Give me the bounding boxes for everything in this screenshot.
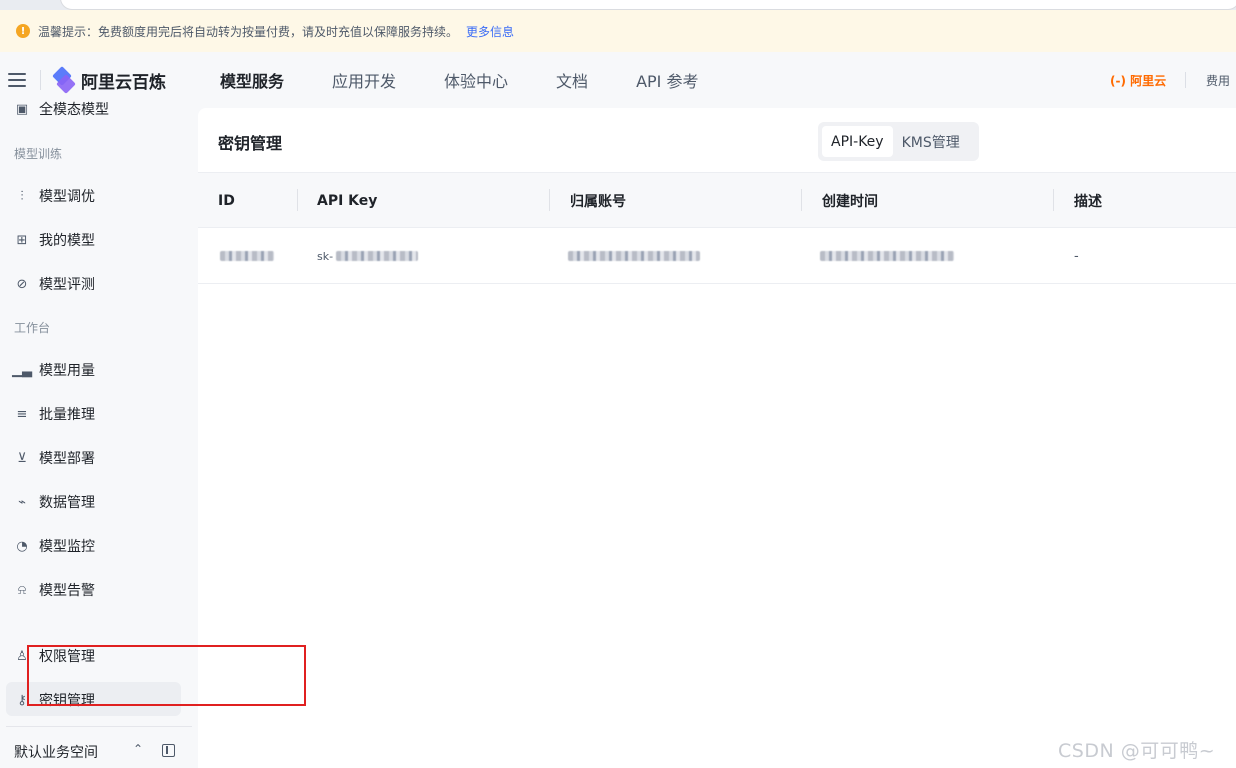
column-header-created: 创建时间 bbox=[822, 194, 878, 210]
header-divider-right bbox=[1185, 72, 1186, 88]
sidebar: ▣ 全模态模型 模型训练 ⫶ 模型调优 ⊞ 我的模型 ⊘ 模型评测 工作台 ▁▃… bbox=[0, 102, 198, 768]
api-key-table: ID API Key 归属账号 创建时间 描述 sk- - bbox=[198, 172, 1236, 284]
redacted-api-key bbox=[336, 251, 419, 261]
browser-toolbar bbox=[0, 0, 1236, 10]
column-separator bbox=[549, 189, 550, 211]
chevron-up-icon[interactable]: ⌃ bbox=[133, 742, 143, 756]
logo[interactable]: 阿里云百炼 bbox=[52, 66, 166, 94]
compass-icon: ⊘ bbox=[16, 276, 28, 292]
aliyun-brand-link[interactable]: (-) 阿里云 bbox=[1110, 72, 1166, 89]
page-title: 密钥管理 bbox=[218, 134, 283, 153]
sidebar-item-batch-inference[interactable]: ≡ 批量推理 bbox=[14, 404, 95, 424]
sidebar-item-permissions[interactable]: ♙ 权限管理 bbox=[14, 646, 95, 666]
trend-icon: ⌁ bbox=[18, 494, 26, 510]
column-separator bbox=[297, 189, 298, 211]
address-bar[interactable] bbox=[60, 0, 1236, 10]
sidebar-divider bbox=[6, 726, 192, 727]
sidebar-item-usage[interactable]: ▁▃ 模型用量 bbox=[12, 360, 95, 380]
watermark: CSDN @可可鸭~ bbox=[1058, 740, 1216, 762]
sidebar-item-multimodal[interactable]: ▣ 全模态模型 bbox=[14, 100, 109, 119]
top-header: 阿里云百炼 模型服务 应用开发 体验中心 文档 API 参考 (-) 阿里云 费… bbox=[0, 52, 1236, 108]
cell-created-time bbox=[820, 228, 954, 284]
hamburger-menu-icon[interactable] bbox=[8, 73, 26, 87]
cell-account bbox=[568, 228, 700, 284]
header-divider bbox=[40, 70, 41, 90]
bar-chart-icon: ▁▃ bbox=[12, 362, 32, 378]
sidebar-item-label: 权限管理 bbox=[39, 649, 95, 665]
collapse-panel-icon[interactable] bbox=[162, 744, 175, 757]
sidebar-item-my-models[interactable]: ⊞ 我的模型 bbox=[14, 230, 95, 250]
workspace-selector[interactable]: 默认业务空间 bbox=[14, 742, 98, 762]
warning-icon: ! bbox=[16, 24, 30, 38]
column-separator bbox=[1053, 189, 1054, 211]
bailian-logo-icon bbox=[52, 66, 76, 94]
sidebar-item-data[interactable]: ⌁ 数据管理 bbox=[14, 492, 95, 512]
sidebar-item-label: 我的模型 bbox=[39, 233, 95, 249]
sidebar-item-alerts[interactable]: ⍾ 模型告警 bbox=[14, 580, 95, 600]
sidebar-item-label: 模型调优 bbox=[39, 189, 95, 205]
sidebar-group-training: 模型训练 bbox=[14, 147, 63, 161]
sidebar-item-finetune[interactable]: ⫶ 模型调优 bbox=[14, 186, 95, 206]
tab-api-key[interactable]: API-Key bbox=[822, 126, 893, 157]
key-type-tabs: API-Key KMS管理 bbox=[818, 122, 979, 161]
sidebar-item-monitor[interactable]: ◔ 模型监控 bbox=[14, 536, 95, 556]
key-icon: ⚷ bbox=[17, 692, 27, 708]
column-header-api-key: API Key bbox=[317, 193, 378, 209]
sidebar-item-deploy[interactable]: ⊻ 模型部署 bbox=[14, 448, 95, 468]
nav-api-ref[interactable]: API 参考 bbox=[636, 68, 698, 92]
sidebar-item-label: 模型部署 bbox=[39, 451, 95, 467]
column-header-account: 归属账号 bbox=[570, 194, 626, 210]
main-panel: 密钥管理 API-Key KMS管理 ID API Key 归属账号 创建时间 … bbox=[198, 108, 1236, 768]
pie-icon: ◔ bbox=[16, 538, 28, 554]
column-header-description: 描述 bbox=[1074, 194, 1102, 210]
sidebar-item-label: 批量推理 bbox=[39, 407, 95, 423]
table-header: ID API Key 归属账号 创建时间 描述 bbox=[198, 172, 1236, 228]
sidebar-item-label: 模型评测 bbox=[39, 277, 95, 293]
api-key-prefix: sk- bbox=[317, 249, 334, 263]
redacted-time bbox=[820, 251, 954, 261]
sidebar-item-label: 模型监控 bbox=[39, 539, 95, 555]
user-icon: ♙ bbox=[16, 648, 28, 664]
sidebar-item-label: 模型用量 bbox=[39, 363, 95, 379]
bell-icon: ⍾ bbox=[17, 582, 27, 598]
column-separator bbox=[801, 189, 802, 211]
list-icon: ≡ bbox=[16, 406, 28, 422]
sidebar-item-label: 密钥管理 bbox=[39, 693, 95, 709]
cell-id bbox=[220, 228, 274, 284]
nav-experience[interactable]: 体验中心 bbox=[444, 68, 508, 92]
notice-bar: ! 温馨提示：免费额度用完后将自动转为按量付费，请及时充值以保障服务持续。 更多… bbox=[0, 10, 1236, 52]
table-row[interactable]: sk- - bbox=[198, 228, 1236, 284]
nav-app-dev[interactable]: 应用开发 bbox=[332, 68, 396, 92]
image-icon: ▣ bbox=[15, 101, 29, 117]
cell-description: - bbox=[1074, 248, 1079, 264]
nav-docs[interactable]: 文档 bbox=[556, 68, 588, 92]
sidebar-item-label: 全模态模型 bbox=[39, 102, 109, 118]
top-nav: 模型服务 应用开发 体验中心 文档 API 参考 bbox=[220, 68, 746, 92]
sidebar-item-evaluation[interactable]: ⊘ 模型评测 bbox=[14, 274, 95, 294]
sliders-icon: ⫶ bbox=[20, 188, 24, 204]
deploy-icon: ⊻ bbox=[17, 450, 27, 466]
logo-text: 阿里云百炼 bbox=[81, 72, 166, 93]
fee-link[interactable]: 费用 bbox=[1206, 72, 1230, 89]
nav-model-service[interactable]: 模型服务 bbox=[220, 68, 284, 92]
sidebar-group-workbench: 工作台 bbox=[14, 321, 51, 335]
more-info-link[interactable]: 更多信息 bbox=[466, 23, 514, 40]
redacted-account bbox=[568, 251, 700, 261]
column-header-id: ID bbox=[218, 193, 235, 209]
cell-api-key[interactable]: sk- bbox=[317, 228, 419, 284]
sidebar-item-label: 数据管理 bbox=[39, 495, 95, 511]
grid-icon: ⊞ bbox=[16, 232, 28, 248]
sidebar-item-keys[interactable]: ⚷ 密钥管理 bbox=[14, 690, 95, 710]
redacted-id bbox=[220, 251, 274, 261]
sidebar-item-label: 模型告警 bbox=[39, 583, 95, 599]
tab-kms[interactable]: KMS管理 bbox=[893, 126, 969, 157]
notice-text: 温馨提示：免费额度用完后将自动转为按量付费，请及时充值以保障服务持续。 bbox=[38, 24, 459, 39]
